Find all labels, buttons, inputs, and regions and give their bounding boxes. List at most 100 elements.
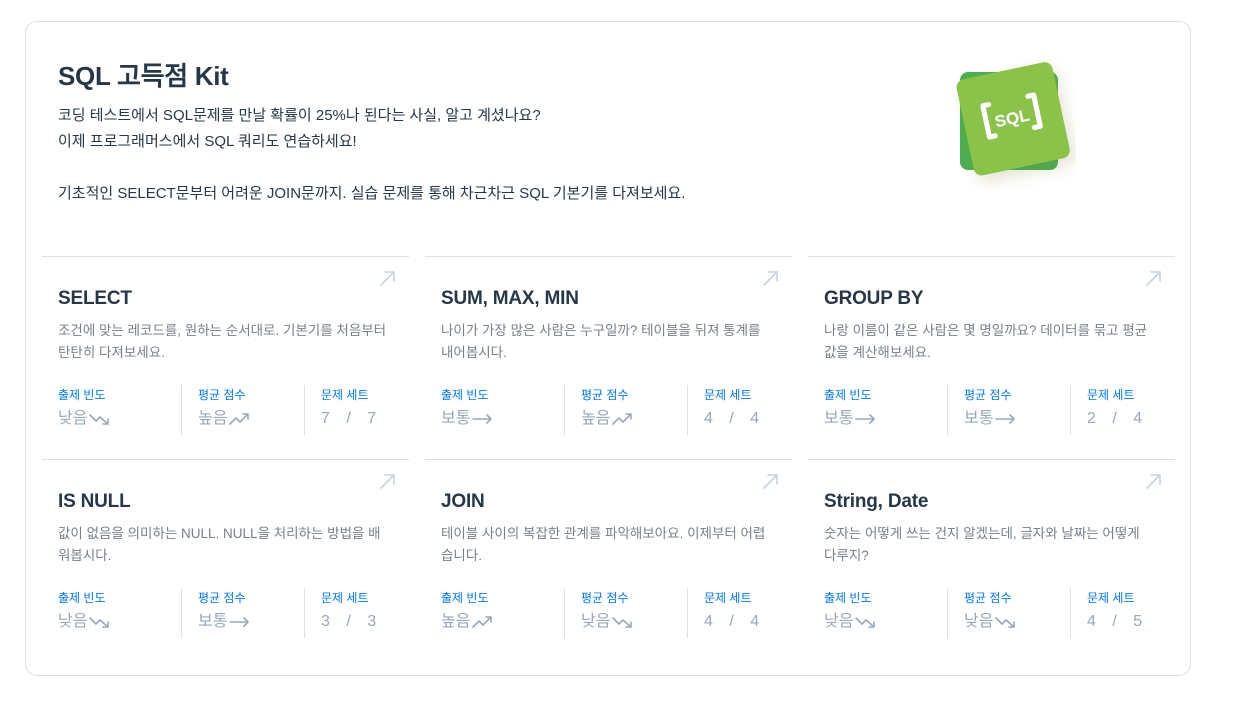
course-stats: 출제 빈도 낮음 평균 점수 낮음 문제 세트 4 / 5: [824, 588, 1193, 638]
stat-set-label: 문제 세트: [704, 591, 752, 605]
course-title[interactable]: GROUP BY: [824, 287, 924, 311]
kit-desc-line-3: 기초적인 SELECT문부터 어려운 JOIN문까지. 실습 문제를 통해 차근…: [58, 185, 686, 202]
course-description: 테이블 사이의 복잡한 관계를 파악해보아요. 이제부터 어렵습니다.: [441, 526, 766, 563]
sql-kit-panel: SQL 고득점 Kit 코딩 테스트에서 SQL문제를 만날 확률이 25%나 …: [25, 21, 1191, 676]
course-description: 나랑 이름이 같은 사람은 몇 명일까요? 데이터를 묶고 평균값을 계산해보세…: [824, 323, 1148, 360]
course-description: 숫자는 어떻게 쓰는 건지 알겠는데, 글자와 날짜는 어떻게 다루지?: [824, 526, 1140, 563]
course-stats: 출제 빈도 낮음 평균 점수 높음 문제 세트 7 / 7: [58, 385, 427, 435]
sql-logo-icon: SQL: [956, 62, 1070, 176]
course-stats: 출제 빈도 높음 평균 점수 낮음 문제 세트 4 / 4: [441, 588, 810, 638]
stat-set: 문제 세트 7 / 7: [304, 385, 427, 435]
stat-set-value: 3 / 3: [321, 613, 383, 630]
course-title[interactable]: JOIN: [441, 490, 485, 514]
stat-frequency: 출제 빈도 보통: [824, 385, 947, 435]
desc-spacer: [58, 155, 685, 181]
stat-score-value: 보통: [198, 613, 228, 630]
stat-set-value: 4 / 5: [1087, 613, 1149, 630]
kit-desc-line-1: 코딩 테스트에서 SQL문제를 만날 확률이 25%나 된다는 사실, 알고 계…: [58, 107, 541, 124]
stat-score: 평균 점수 보통: [947, 385, 1070, 435]
arrow-up-right-icon[interactable]: [1145, 269, 1163, 287]
stat-frequency-value: 낮음: [58, 410, 88, 427]
stat-score-value: 높음: [581, 410, 611, 427]
course-card-2[interactable]: GROUP BY 나랑 이름이 같은 사람은 몇 명일까요? 데이터를 묶고 평…: [808, 256, 1175, 459]
stat-score: 평균 점수 보통: [181, 588, 304, 638]
stat-frequency-value: 보통: [824, 410, 854, 427]
stat-frequency-label: 출제 빈도: [824, 591, 872, 605]
course-card-1[interactable]: SUM, MAX, MIN 나이가 가장 많은 사람은 누구일까? 테이블을 뒤…: [425, 256, 792, 459]
stat-score-value: 낮음: [581, 613, 611, 630]
course-card-0[interactable]: SELECT 조건에 맞는 레코드를, 원하는 순서대로. 기본기를 처음부터 …: [42, 256, 409, 459]
stat-set-value: 4 / 4: [704, 410, 766, 427]
course-title[interactable]: SELECT: [58, 287, 132, 311]
stat-frequency-value: 낮음: [824, 613, 854, 630]
stat-frequency: 출제 빈도 높음: [441, 588, 564, 638]
stat-score: 평균 점수 높음: [564, 385, 687, 435]
trend-down-icon: [855, 617, 876, 628]
stat-score-value: 낮음: [964, 613, 994, 630]
course-stats: 출제 빈도 보통 평균 점수 높음 문제 세트 4 / 4: [441, 385, 810, 435]
trend-flat-icon: [472, 414, 493, 424]
stat-score-label: 평균 점수: [964, 388, 1012, 402]
logo-front-tile: SQL: [956, 62, 1070, 176]
stat-frequency-label: 출제 빈도: [824, 388, 872, 402]
course-stats: 출제 빈도 낮음 평균 점수 보통 문제 세트 3 / 3: [58, 588, 427, 638]
stat-frequency: 출제 빈도 보통: [441, 385, 564, 435]
stat-frequency-value: 보통: [441, 410, 471, 427]
stat-set: 문제 세트 3 / 3: [304, 588, 427, 638]
course-description: 나이가 가장 많은 사람은 누구일까? 테이블을 뒤져 통계를 내어봅시다.: [441, 323, 761, 360]
course-description: 조건에 맞는 레코드를, 원하는 순서대로. 기본기를 처음부터 탄탄히 다져보…: [58, 323, 387, 360]
stat-score: 평균 점수 높음: [181, 385, 304, 435]
kit-description: 코딩 테스트에서 SQL문제를 만날 확률이 25%나 된다는 사실, 알고 계…: [58, 103, 685, 207]
trend-down-icon: [995, 617, 1016, 628]
stat-score-value: 보통: [964, 410, 994, 427]
trend-down-icon: [89, 617, 110, 628]
stat-score: 평균 점수 낮음: [947, 588, 1070, 638]
course-description: 값이 없음을 의미하는 NULL. NULL을 처리하는 방법을 배워봅시다.: [58, 526, 381, 563]
stat-frequency-label: 출제 빈도: [441, 591, 489, 605]
trend-down-icon: [89, 414, 110, 425]
stat-frequency: 출제 빈도 낮음: [58, 385, 181, 435]
stat-score-label: 평균 점수: [581, 388, 629, 402]
arrow-up-right-icon[interactable]: [1145, 472, 1163, 490]
stat-frequency: 출제 빈도 낮음: [58, 588, 181, 638]
arrow-up-right-icon[interactable]: [762, 472, 780, 490]
trend-up-icon: [472, 616, 493, 628]
trend-flat-icon: [229, 617, 250, 627]
stat-frequency-label: 출제 빈도: [58, 388, 106, 402]
course-stats: 출제 빈도 보통 평균 점수 보통 문제 세트 2 / 4: [824, 385, 1193, 435]
stat-score-value: 높음: [198, 410, 228, 427]
stat-set-value: 7 / 7: [321, 410, 383, 427]
stat-score-label: 평균 점수: [198, 591, 246, 605]
stat-score-label: 평균 점수: [581, 591, 629, 605]
stat-set-value: 4 / 4: [704, 613, 766, 630]
stat-set-value: 2 / 4: [1087, 410, 1149, 427]
course-title[interactable]: IS NULL: [58, 490, 131, 514]
course-card-3[interactable]: IS NULL 값이 없음을 의미하는 NULL. NULL을 처리하는 방법을…: [42, 459, 409, 662]
stat-frequency-label: 출제 빈도: [58, 591, 106, 605]
trend-flat-icon: [855, 414, 876, 424]
stat-set-label: 문제 세트: [321, 388, 369, 402]
course-title[interactable]: String, Date: [824, 490, 928, 514]
stat-set-label: 문제 세트: [1087, 388, 1135, 402]
course-card-4[interactable]: JOIN 테이블 사이의 복잡한 관계를 파악해보아요. 이제부터 어렵습니다.…: [425, 459, 792, 662]
course-title[interactable]: SUM, MAX, MIN: [441, 287, 579, 311]
stat-set-label: 문제 세트: [1087, 591, 1135, 605]
stat-score: 평균 점수 낮음: [564, 588, 687, 638]
trend-up-icon: [612, 413, 633, 425]
stat-set-label: 문제 세트: [704, 388, 752, 402]
arrow-up-right-icon[interactable]: [379, 472, 397, 490]
kit-desc-line-2: 이제 프로그래머스에서 SQL 쿼리도 연습하세요!: [58, 133, 357, 150]
stat-set: 문제 세트 4 / 4: [687, 588, 810, 638]
arrow-up-right-icon[interactable]: [379, 269, 397, 287]
arrow-up-right-icon[interactable]: [762, 269, 780, 287]
stat-frequency-value: 높음: [441, 613, 471, 630]
trend-flat-icon: [995, 414, 1016, 424]
stat-frequency: 출제 빈도 낮음: [824, 588, 947, 638]
course-card-5[interactable]: String, Date 숫자는 어떻게 쓰는 건지 알겠는데, 글자와 날짜는…: [808, 459, 1175, 662]
stat-set: 문제 세트 4 / 4: [687, 385, 810, 435]
trend-up-icon: [229, 413, 250, 425]
stat-frequency-label: 출제 빈도: [441, 388, 489, 402]
stat-score-label: 평균 점수: [964, 591, 1012, 605]
stat-set: 문제 세트 4 / 5: [1070, 588, 1193, 638]
stat-frequency-value: 낮음: [58, 613, 88, 630]
